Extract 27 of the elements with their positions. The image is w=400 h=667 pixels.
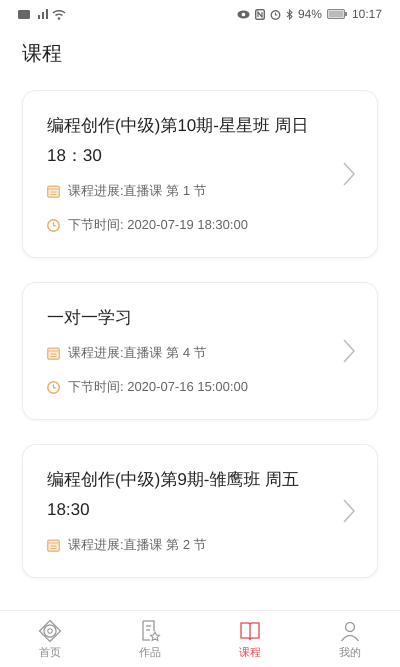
compass-icon [38,618,62,642]
bluetooth-icon [286,8,293,20]
status-time: 10:17 [352,6,382,23]
tab[interactable]: 首页 [0,611,100,667]
schedule-icon [47,538,60,552]
eye-icon [236,10,250,18]
tab[interactable]: 课程 [200,611,300,667]
alarm-icon [270,8,281,20]
course-title: 编程创作(中级)第10期-星星班 周日 18：30 [47,115,310,167]
battery-percent: 94% [298,6,322,23]
battery-icon [326,9,347,19]
nfc-icon [254,8,265,20]
chevron-right-icon [343,162,355,186]
next-class-time: 下节时间: 2020-07-16 15:00:00 [68,378,248,396]
chevron-right-icon [343,339,355,363]
tab[interactable]: 作品 [100,611,200,667]
wifi-icon [52,8,66,20]
tab[interactable]: 我的 [300,611,400,667]
course-title: 编程创作(中级)第9期-雏鹰班 周五 18:30 [47,469,300,521]
next-class-time: 下节时间: 2020-07-19 18:30:00 [68,216,248,234]
chevron-right-icon [343,499,355,523]
page-title: 课程 [22,43,62,65]
clock-icon [47,218,60,232]
schedule-icon [47,346,60,360]
course-title: 一对一学习 [47,307,133,329]
clock-icon [47,380,60,394]
schedule-icon [47,184,60,198]
